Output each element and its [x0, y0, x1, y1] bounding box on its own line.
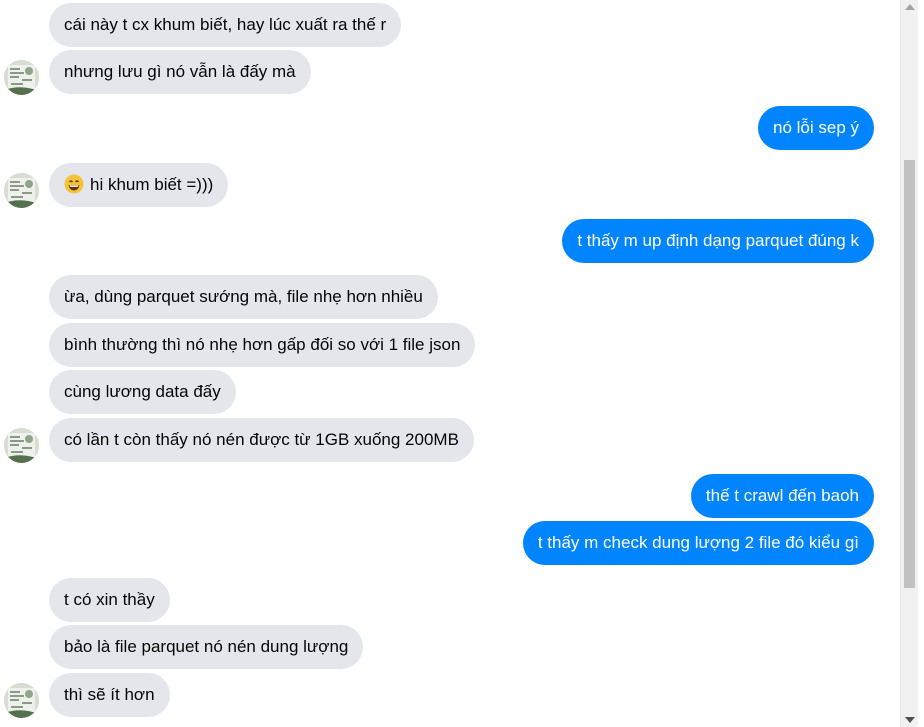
message-text: có lần t còn thấy nó nén được từ 1GB xuố… [64, 430, 459, 449]
contact-avatar[interactable] [4, 173, 39, 208]
vertical-scrollbar[interactable] [900, 0, 918, 727]
message-text: t thấy m check dung lượng 2 file đó kiểu… [537, 533, 859, 552]
message-text: cái này t cx khum biết, hay lúc xuất ra … [64, 15, 387, 34]
message-text: ừa, dùng parquet sướng mà, file nhẹ hơn … [64, 287, 423, 306]
scrollbar-thumb[interactable] [904, 160, 915, 588]
outgoing-message-bubble[interactable]: t thấy m check dung lượng 2 file đó kiểu… [522, 521, 874, 565]
message-text: bảo là file parquet nó nén dung lượng [64, 637, 349, 656]
incoming-message-bubble[interactable]: bình thường thì nó nhẹ hơn gấp đối so vớ… [49, 323, 476, 367]
outgoing-message-bubble[interactable]: nó lỗi sep ý [758, 106, 874, 150]
incoming-message-bubble[interactable]: có lần t còn thấy nó nén được từ 1GB xuố… [49, 418, 474, 462]
avatar-image [4, 428, 39, 463]
outgoing-message-bubble[interactable]: t thấy m up định dạng parquet đúng k [562, 219, 874, 263]
incoming-message-bubble[interactable]: cái này t cx khum biết, hay lúc xuất ra … [49, 3, 402, 47]
message-text: hi khum biết =))) [90, 175, 214, 194]
chat-conversation[interactable]: cái này t cx khum biết, hay lúc xuất ra … [0, 0, 900, 727]
incoming-message-bubble[interactable]: t có xin thầy [49, 578, 170, 622]
scroll-up-arrow-icon[interactable] [905, 4, 915, 10]
message-text: nó lỗi sep ý [773, 118, 859, 137]
message-text: t có xin thầy [64, 590, 155, 609]
avatar-image [4, 173, 39, 208]
message-text: thì sẽ ít hơn [64, 685, 155, 704]
contact-avatar[interactable] [4, 428, 39, 463]
contact-avatar[interactable] [4, 60, 39, 95]
incoming-message-bubble[interactable]: nhưng lưu gì nó vẫn là đấy mà [49, 50, 311, 94]
grinning-face-emoji-icon [64, 174, 84, 194]
message-text: t thấy m up định dạng parquet đúng k [577, 231, 859, 250]
contact-avatar[interactable] [4, 683, 39, 718]
incoming-message-bubble[interactable]: bảo là file parquet nó nén dung lượng [49, 625, 364, 669]
incoming-message-bubble[interactable]: cùng lương data đấy [49, 370, 236, 414]
avatar-image [4, 60, 39, 95]
message-text: bình thường thì nó nhẹ hơn gấp đối so vớ… [64, 335, 461, 354]
incoming-message-bubble[interactable]: hi khum biết =))) [49, 163, 229, 207]
outgoing-message-bubble[interactable]: thế t crawl đến baoh [690, 474, 874, 518]
incoming-message-bubble[interactable]: ừa, dùng parquet sướng mà, file nhẹ hơn … [49, 275, 438, 319]
window-edge [918, 0, 924, 727]
message-text: nhưng lưu gì nó vẫn là đấy mà [64, 62, 296, 81]
avatar-image [4, 683, 39, 718]
incoming-message-bubble[interactable]: thì sẽ ít hơn [49, 673, 170, 717]
message-text: cùng lương data đấy [64, 382, 221, 401]
message-text: thế t crawl đến baoh [705, 486, 859, 505]
scroll-down-arrow-icon[interactable] [905, 717, 915, 723]
